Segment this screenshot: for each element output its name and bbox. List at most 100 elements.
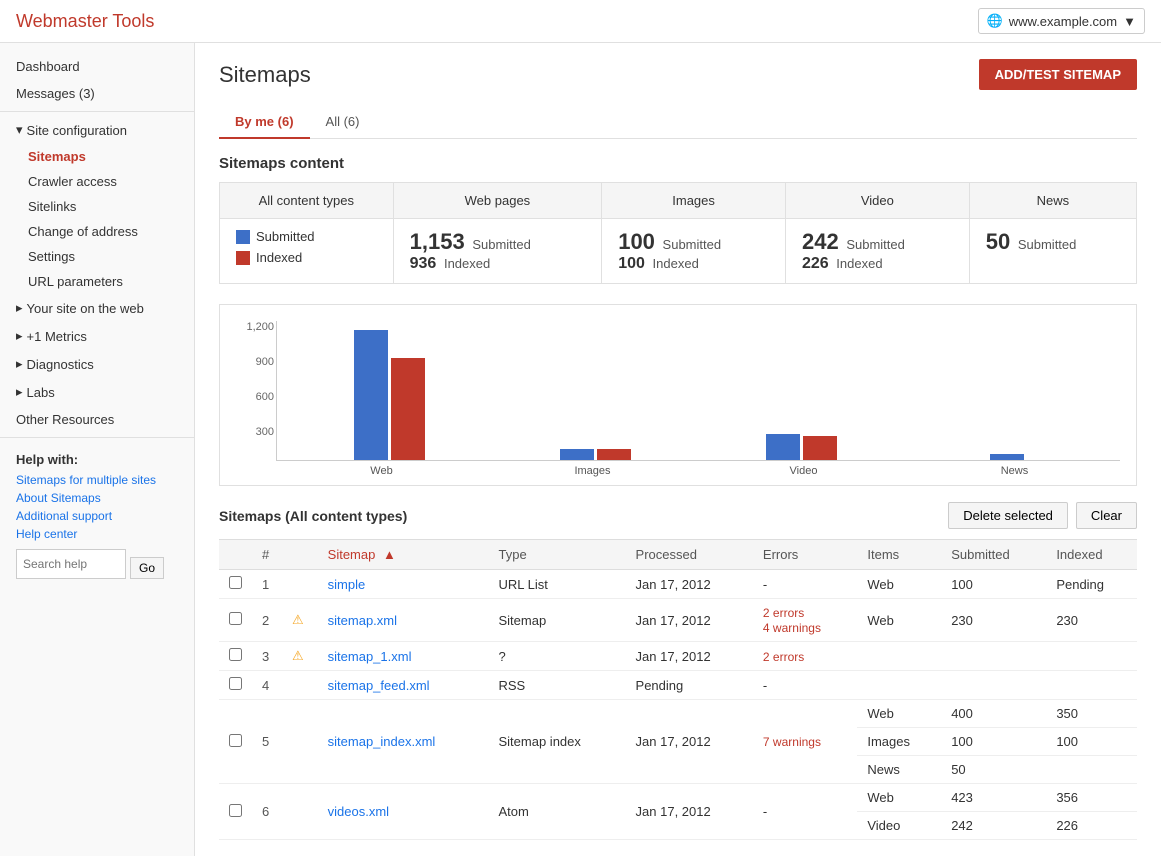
help-section: Help with: Sitemaps for multiple sites A… — [0, 442, 194, 589]
chevron-right-icon: ▸ — [16, 384, 23, 400]
video-indexed-label: Indexed — [836, 256, 882, 271]
row-indexed — [1046, 671, 1137, 700]
search-help-input[interactable] — [16, 549, 126, 579]
news-submitted-number: 50 — [986, 229, 1010, 254]
video-bar-group — [699, 434, 905, 460]
tab-all[interactable]: All (6) — [310, 106, 376, 139]
row-processed: Jan 17, 2012 — [626, 599, 753, 642]
sidebar: Dashboard Messages (3) ▾ Site configurat… — [0, 43, 195, 856]
row-submitted: 230 — [941, 599, 1046, 642]
sidebar-section-diagnostics[interactable]: ▸ Diagnostics — [0, 350, 194, 378]
help-link-sitemaps-multiple[interactable]: Sitemaps for multiple sites — [16, 473, 178, 487]
add-test-sitemap-button[interactable]: ADD/TEST SITEMAP — [979, 59, 1137, 90]
sidebar-section-metrics[interactable]: ▸ +1 Metrics — [0, 322, 194, 350]
row-processed: Pending — [626, 671, 753, 700]
tab-by-me[interactable]: By me (6) — [219, 106, 310, 139]
web-stats-cell: 1,153 Submitted 936 Indexed — [393, 219, 602, 284]
row-checkbox[interactable] — [219, 599, 252, 642]
clear-button[interactable]: Clear — [1076, 502, 1137, 529]
bar-chart: 1,200 900 600 300 — [219, 304, 1137, 486]
video-submitted-number: 242 — [802, 229, 839, 254]
row-items: Web — [857, 570, 941, 599]
sidebar-item-crawler-access[interactable]: Crawler access — [0, 169, 194, 194]
sidebar-section-your-site[interactable]: ▸ Your site on the web — [0, 294, 194, 322]
web-submitted-number: 1,153 — [410, 229, 465, 254]
row-submitted — [941, 671, 1046, 700]
x-labels: Web Images Video News — [276, 465, 1120, 477]
col-header-type: Type — [489, 540, 626, 570]
delete-selected-button[interactable]: Delete selected — [948, 502, 1068, 529]
y-label-900: 900 — [236, 356, 274, 368]
row-warn — [282, 784, 318, 840]
row-sitemap: sitemap_feed.xml — [318, 671, 489, 700]
row-checkbox[interactable] — [219, 700, 252, 784]
row-sitemap: sitemap_index.xml — [318, 700, 489, 784]
row-warn: ⚠ — [282, 642, 318, 671]
row-indexed — [1046, 642, 1137, 671]
table-row: 2 ⚠ sitemap.xml Sitemap Jan 17, 2012 2 e… — [219, 599, 1137, 642]
row-items: Images — [857, 728, 941, 756]
row-items: Web — [857, 784, 941, 812]
row-submitted: 100 — [941, 728, 1046, 756]
col-header-processed: Processed — [626, 540, 753, 570]
help-link-help-center[interactable]: Help center — [16, 527, 178, 541]
row-type: URL List — [489, 570, 626, 599]
row-processed: Jan 17, 2012 — [626, 700, 753, 784]
col-header-sitemap[interactable]: Sitemap ▲ — [318, 540, 489, 570]
images-indexed-stat: 100 Indexed — [618, 255, 769, 273]
help-link-additional-support[interactable]: Additional support — [16, 509, 178, 523]
sidebar-item-sitemaps[interactable]: Sitemaps — [0, 144, 194, 169]
row-indexed — [1046, 756, 1137, 784]
row-checkbox[interactable] — [219, 784, 252, 840]
search-help-form: Go — [16, 549, 178, 579]
site-name: www.example.com — [1009, 14, 1117, 29]
chevron-down-icon: ▼ — [1123, 14, 1136, 29]
images-submitted-label: Submitted — [663, 237, 722, 252]
sidebar-item-other-resources[interactable]: Other Resources — [0, 406, 194, 433]
images-indexed-bar — [597, 449, 631, 460]
sidebar-section-labs[interactable]: ▸ Labs — [0, 378, 194, 406]
chevron-down-icon: ▾ — [16, 122, 23, 138]
sidebar-item-settings[interactable]: Settings — [0, 244, 194, 269]
row-type: ? — [489, 642, 626, 671]
sidebar-item-url-parameters[interactable]: URL parameters — [0, 269, 194, 294]
col-video: Video — [785, 183, 969, 219]
row-items: Web — [857, 599, 941, 642]
row-indexed: 226 — [1046, 812, 1137, 840]
sidebar-item-messages[interactable]: Messages (3) — [0, 80, 194, 107]
help-link-about-sitemaps[interactable]: About Sitemaps — [16, 491, 178, 505]
x-label-video: Video — [698, 465, 909, 477]
search-help-button[interactable]: Go — [130, 557, 164, 579]
row-num: 6 — [252, 784, 282, 840]
app-header: Webmaster Tools 🌐 www.example.com ▼ — [0, 0, 1161, 43]
row-num: 3 — [252, 642, 282, 671]
web-indexed-bar — [391, 358, 425, 460]
row-type: Atom — [489, 784, 626, 840]
row-warn — [282, 700, 318, 784]
row-checkbox[interactable] — [219, 642, 252, 671]
video-indexed-stat: 226 Indexed — [802, 255, 953, 273]
x-label-web: Web — [276, 465, 487, 477]
indexed-color-box — [236, 251, 250, 265]
row-errors: - — [753, 784, 857, 840]
col-header-submitted: Submitted — [941, 540, 1046, 570]
row-checkbox[interactable] — [219, 671, 252, 700]
app-title: Webmaster Tools — [16, 11, 154, 32]
page-header: Sitemaps ADD/TEST SITEMAP — [219, 59, 1137, 90]
sidebar-item-change-of-address[interactable]: Change of address — [0, 219, 194, 244]
row-processed: Jan 17, 2012 — [626, 570, 753, 599]
row-num: 1 — [252, 570, 282, 599]
legend-indexed: Indexed — [236, 250, 377, 265]
col-web-pages: Web pages — [393, 183, 602, 219]
sidebar-item-sitelinks[interactable]: Sitelinks — [0, 194, 194, 219]
site-selector[interactable]: 🌐 www.example.com ▼ — [978, 8, 1145, 34]
row-items: Video — [857, 812, 941, 840]
warning-icon: ⚠ — [292, 612, 304, 627]
sidebar-section-site-config[interactable]: ▾ Site configuration — [0, 116, 194, 144]
table-row: 5 sitemap_index.xml Sitemap index Jan 17… — [219, 700, 1137, 728]
submitted-color-box — [236, 230, 250, 244]
row-checkbox[interactable] — [219, 570, 252, 599]
col-header-indexed: Indexed — [1046, 540, 1137, 570]
sidebar-item-dashboard[interactable]: Dashboard — [0, 53, 194, 80]
row-errors: 2 errors — [753, 642, 857, 671]
